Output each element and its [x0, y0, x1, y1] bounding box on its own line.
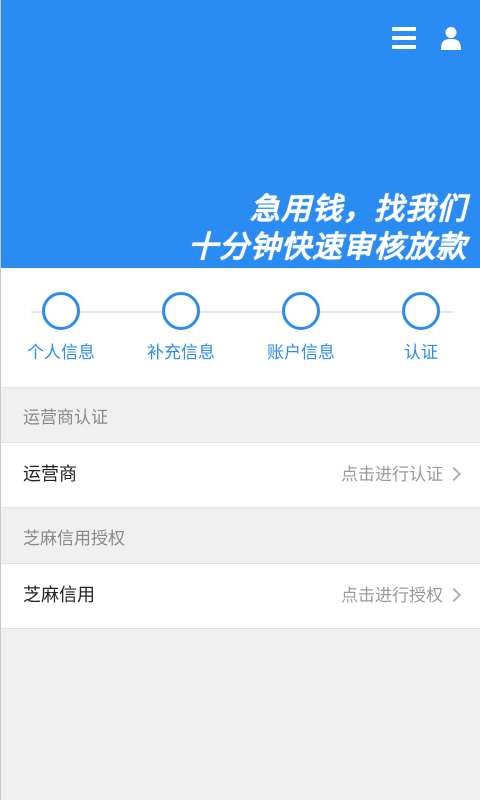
section-title-carrier: 运营商认证 — [23, 408, 108, 428]
row-label: 芝麻信用 — [23, 585, 95, 606]
step-label: 补充信息 — [147, 343, 215, 363]
row-action-text: 点击进行认证 — [341, 465, 443, 485]
slogan-line-2: 十分钟快速审核放款 — [188, 230, 467, 265]
step-supplement-info[interactable]: 补充信息 — [141, 292, 221, 363]
row-action-text: 点击进行授权 — [341, 586, 443, 606]
menu-icon[interactable] — [392, 27, 416, 49]
step-personal-info[interactable]: 个人信息 — [21, 292, 101, 363]
carrier-auth-row[interactable]: 运营商 点击进行认证 — [1, 442, 480, 508]
step-verification[interactable]: 认证 — [381, 292, 461, 363]
step-circle-icon — [42, 292, 80, 330]
step-account-info[interactable]: 账户信息 — [261, 292, 341, 363]
step-label: 认证 — [404, 343, 438, 363]
progress-steps: 个人信息 补充信息 账户信息 认证 — [1, 268, 480, 388]
step-label: 个人信息 — [27, 343, 95, 363]
step-circle-icon — [162, 292, 200, 330]
step-label: 账户信息 — [267, 343, 335, 363]
row-label: 运营商 — [23, 464, 77, 485]
step-circle-icon — [282, 292, 320, 330]
sesame-credit-row[interactable]: 芝麻信用 点击进行授权 — [1, 563, 480, 629]
header-banner: 急用钱，找我们 十分钟快速审核放款 — [1, 0, 480, 268]
user-icon[interactable] — [441, 26, 461, 50]
section-title-sesame: 芝麻信用授权 — [23, 529, 125, 549]
app-screen: 急用钱，找我们 十分钟快速审核放款 个人信息 补充信息 账户信息 认证 运营商认… — [0, 0, 480, 800]
step-circle-icon — [402, 292, 440, 330]
chevron-right-icon — [446, 587, 462, 603]
chevron-right-icon — [446, 466, 462, 482]
